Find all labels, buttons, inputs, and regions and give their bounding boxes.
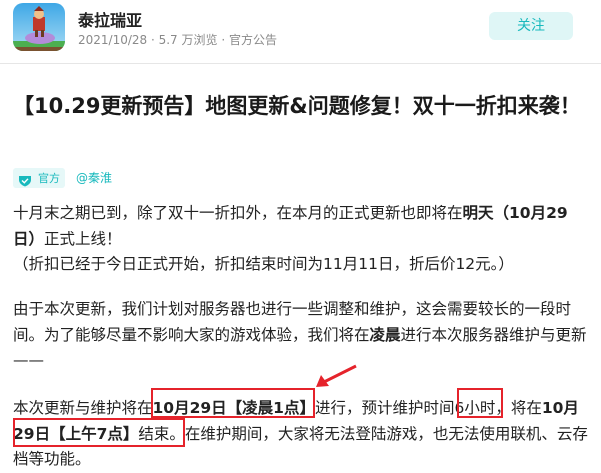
p3-highlight-time: 凌晨 [369, 325, 401, 344]
paragraph-maintenance-plan: 由于本次更新，我们计划对服务器也进行一些调整和维护，这会需要较长的一段时间。为了… [13, 297, 588, 374]
p1-text-c: 正式上线！ [44, 229, 122, 248]
annotation-box-duration [457, 388, 503, 418]
game-name[interactable]: 泰拉瑞亚 [78, 7, 142, 31]
paragraph-announcement: 十月末之期已到，除了双十一折扣外，在本月的正式更新也即将在明天（10月29日）正… [13, 201, 588, 278]
header-divider [0, 63, 601, 64]
follow-button[interactable]: 关注 [489, 12, 573, 40]
p4-text-a: 本次更新与维护将在 [13, 399, 153, 417]
game-avatar[interactable] [13, 3, 65, 51]
post-header: 泰拉瑞亚 2021/10/28 · 5.7 万浏览 · 官方公告 关注 [0, 0, 601, 62]
p2-discount-note: （折扣已经于今日正式开始，折扣结束时间为11月11日，折后价12元。） [13, 255, 514, 273]
p4-text-c: 进行，预计维护时间 [314, 399, 455, 417]
official-badge: 官方 [13, 168, 65, 188]
author-mention[interactable]: @秦淮 [76, 169, 112, 186]
post-title: 【10.29更新预告】地图更新&问题修复！双十一折扣来袭！ [13, 94, 581, 118]
game-avatar-image [13, 3, 65, 51]
annotation-box-end-time [13, 418, 185, 447]
annotation-arrow-icon [316, 364, 357, 387]
annotation-box-start-time [151, 388, 315, 418]
official-badge-label: 官方 [38, 172, 60, 185]
p1-text-a: 十月末之期已到，除了双十一折扣外，在本月的正式更新也即将在 [13, 204, 463, 222]
shield-check-icon [18, 172, 32, 191]
post-meta: 2021/10/28 · 5.7 万浏览 · 官方公告 [78, 33, 277, 47]
